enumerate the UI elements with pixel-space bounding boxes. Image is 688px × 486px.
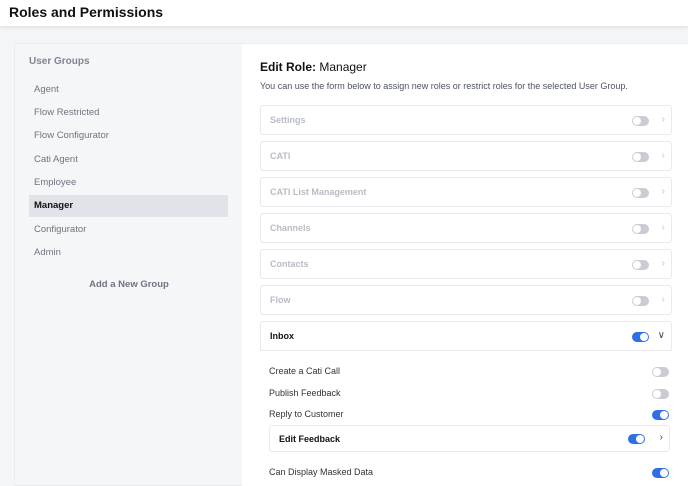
chevron-right-icon[interactable]: ›	[662, 150, 665, 161]
section-settings[interactable]: Settings ›	[260, 105, 672, 135]
permission-toggle-can-display-masked-data[interactable]	[652, 468, 669, 478]
permission-label: Publish Feedback	[269, 388, 341, 398]
section-contacts[interactable]: Contacts ›	[260, 249, 672, 279]
section-label: CATI List Management	[270, 187, 367, 197]
section-toggle-cati-list-management[interactable]	[632, 188, 649, 198]
sidebar-item-manager[interactable]: Manager	[29, 195, 228, 217]
section-flow[interactable]: Flow ›	[260, 285, 672, 315]
sidebar-item-agent[interactable]: Agent	[29, 79, 228, 101]
chevron-right-icon[interactable]: ›	[662, 258, 665, 269]
section-label: Settings	[270, 115, 306, 125]
edit-role-description: You can use the form below to assign new…	[260, 81, 628, 91]
section-label: Contacts	[270, 259, 309, 269]
chevron-right-icon[interactable]: ›	[662, 222, 665, 233]
add-group-button[interactable]: Add a New Group	[15, 279, 243, 290]
edit-role-panel: Edit Role: Manager You can use the form …	[242, 43, 688, 486]
permission-label: Can Display Masked Data	[269, 467, 374, 477]
user-groups-sidebar: User Groups Agent Flow Restricted Flow C…	[14, 43, 242, 486]
section-label: CATI	[270, 151, 291, 161]
permission-row-create-cati-call: Create a Cati Call	[269, 364, 669, 380]
edit-role-name: Manager	[319, 60, 367, 74]
section-toggle-inbox[interactable]	[632, 332, 649, 342]
chevron-down-icon[interactable]: ∨	[658, 330, 665, 341]
sidebar-item-employee[interactable]: Employee	[29, 172, 228, 194]
section-inbox[interactable]: Inbox ∨	[260, 321, 672, 351]
sidebar-item-cati-agent[interactable]: Cati Agent	[29, 149, 228, 171]
divider	[260, 350, 672, 351]
permission-label: Reply to Customer	[269, 409, 344, 419]
section-label: Channels	[270, 223, 311, 233]
permission-row-publish-feedback: Publish Feedback	[269, 386, 669, 402]
section-edit-feedback[interactable]: Edit Feedback ›	[269, 425, 670, 452]
section-toggle-channels[interactable]	[632, 224, 649, 234]
permission-toggle-publish-feedback[interactable]	[652, 389, 669, 399]
sidebar-heading: User Groups	[29, 56, 90, 67]
section-toggle-settings[interactable]	[632, 116, 649, 126]
sidebar-item-configurator[interactable]: Configurator	[29, 219, 228, 241]
section-cati-list-management[interactable]: CATI List Management ›	[260, 177, 672, 207]
chevron-right-icon[interactable]: ›	[662, 186, 665, 197]
permission-toggle-create-cati-call[interactable]	[652, 367, 669, 377]
section-label: Edit Feedback	[279, 434, 341, 444]
section-toggle-edit-feedback[interactable]	[628, 434, 645, 444]
section-channels[interactable]: Channels ›	[260, 213, 672, 243]
edit-role-prefix: Edit Role:	[260, 60, 316, 74]
chevron-right-icon[interactable]: ›	[660, 432, 663, 443]
edit-role-title: Edit Role: Manager	[260, 60, 367, 74]
section-cati[interactable]: CATI ›	[260, 141, 672, 171]
sidebar-item-admin[interactable]: Admin	[29, 242, 228, 264]
permission-row-can-display-masked-data: Can Display Masked Data	[269, 465, 669, 481]
sidebar-item-flow-configurator[interactable]: Flow Configurator	[29, 125, 228, 147]
page-title: Roles and Permissions	[9, 4, 164, 20]
section-toggle-cati[interactable]	[632, 152, 649, 162]
chevron-right-icon[interactable]: ›	[662, 114, 665, 125]
permission-label: Create a Cati Call	[269, 366, 341, 376]
permission-toggle-reply-to-customer[interactable]	[652, 410, 669, 420]
section-label: Inbox	[270, 331, 294, 341]
sidebar-item-flow-restricted[interactable]: Flow Restricted	[29, 102, 228, 124]
section-toggle-flow[interactable]	[632, 296, 649, 306]
top-bar: Roles and Permissions	[0, 0, 688, 26]
chevron-right-icon[interactable]: ›	[662, 294, 665, 305]
permission-row-reply-to-customer: Reply to Customer	[269, 407, 669, 423]
section-label: Flow	[270, 295, 291, 305]
section-toggle-contacts[interactable]	[632, 260, 649, 270]
